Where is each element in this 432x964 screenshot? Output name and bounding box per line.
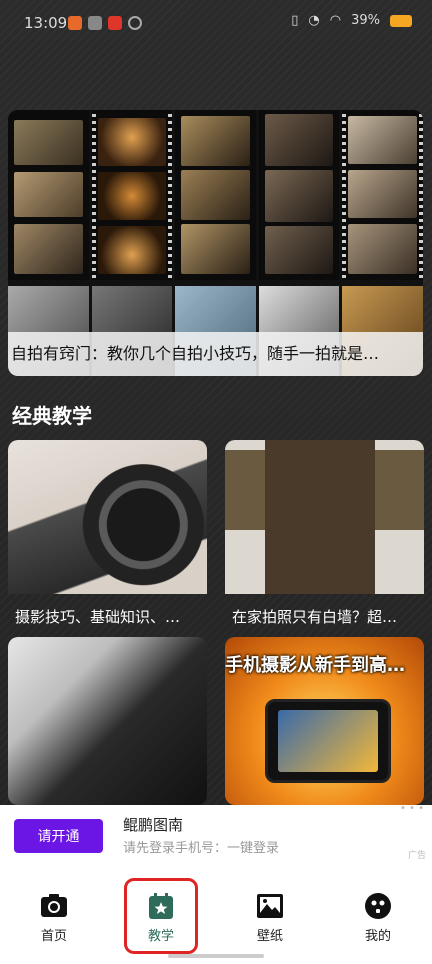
card-image [8,440,207,594]
card-image [8,637,207,805]
nav-label: 我的 [364,929,391,944]
weibo-icon [108,16,122,30]
status-bar: 13:09 ▯ ◔ ◠ 39% [0,0,432,48]
bottom-nav: 首页 教学 壁纸 我的 [0,861,432,964]
wifi-icon: ◠ [329,13,342,28]
image-icon [255,891,285,921]
nav-item-profile[interactable]: 我的 [338,891,418,944]
more-options-icon[interactable]: • • • [400,803,424,814]
login-banner[interactable]: • • • 请开通 鲲鹏图南 请先登录手机号：一键登录 广告 [0,803,432,861]
sync-icon [128,16,142,30]
ad-label: 广告 [407,851,426,861]
nav-item-wallpaper[interactable]: 壁纸 [230,891,310,944]
card-overlay-text: 手机摄影从新手到高… [225,655,405,676]
tutorial-card[interactable]: 在家拍照只有白墙？超… [225,440,424,640]
profile-icon [363,891,393,921]
hero-banner[interactable]: 自拍有窍门：教你几个自拍小技巧，随手一拍就是… [8,110,423,376]
phone-graphic [265,699,391,783]
tutorial-card[interactable]: 手机摄影从新手到高… [225,637,424,805]
notification-icon [68,16,82,30]
vibrate-icon: ▯ [291,13,299,28]
film-strip [91,110,173,280]
card-caption: 摄影技巧、基础知识、… [15,608,181,626]
alarm-icon: ◔ [308,13,320,28]
tutorial-card[interactable]: 摄影技巧、基础知识、… [8,440,207,640]
card-caption: 在家拍照只有白墙？超… [232,608,398,626]
nav-label: 壁纸 [256,929,283,944]
battery-icon [390,14,412,27]
home-indicator[interactable] [168,954,264,958]
film-strip [342,110,423,280]
film-strip [8,110,89,280]
subscribe-button[interactable]: 请开通 [14,819,103,853]
section-title: 经典教学 [12,404,92,428]
app-icon [88,16,102,30]
film-strip-row [8,110,423,280]
login-title: 鲲鹏图南 [123,816,184,834]
card-image: 手机摄影从新手到高… [225,637,424,805]
login-subtitle[interactable]: 请先登录手机号：一键登录 [123,837,279,856]
status-right: ▯ ◔ ◠ 39% [291,13,412,28]
film-strip [175,110,256,280]
nav-item-home[interactable]: 首页 [14,891,94,944]
battery-text: 39% [351,13,380,28]
nav-label: 首页 [40,929,67,944]
film-strip [258,110,340,280]
hero-caption: 自拍有窍门：教你几个自拍小技巧，随手一拍就是… [8,332,423,376]
tutorial-card[interactable] [8,637,207,805]
card-image [225,440,424,594]
camera-icon [39,891,69,921]
selection-highlight [124,878,198,954]
status-time: 13:09 [24,14,68,32]
